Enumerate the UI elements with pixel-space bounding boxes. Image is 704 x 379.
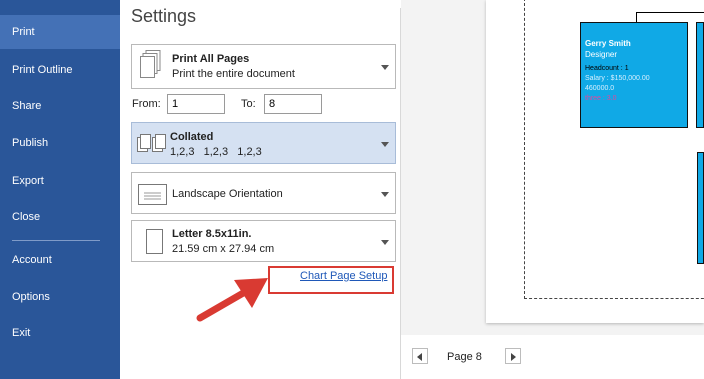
sidebar-item-exit[interactable]: Exit bbox=[0, 316, 120, 350]
sidebar-item-label: Options bbox=[12, 291, 50, 303]
node-role: Designer bbox=[585, 50, 618, 59]
from-label: From: bbox=[132, 98, 161, 110]
to-page-input[interactable] bbox=[264, 94, 322, 114]
connector-line bbox=[636, 12, 637, 22]
sidebar-item-share[interactable]: Share bbox=[0, 89, 120, 123]
chart-page-setup-link[interactable]: Chart Page Setup bbox=[300, 270, 387, 282]
landscape-icon bbox=[138, 184, 167, 205]
org-chart-node-partial bbox=[697, 152, 704, 264]
sidebar-item-export[interactable]: Export bbox=[0, 164, 120, 198]
chevron-down-icon bbox=[381, 65, 389, 70]
orientation-title: Landscape Orientation bbox=[172, 188, 283, 200]
node-extra: three : 3.0 bbox=[585, 95, 617, 102]
sidebar-item-account[interactable]: Account bbox=[0, 243, 120, 277]
pages-icon bbox=[140, 50, 161, 78]
from-page-input[interactable] bbox=[167, 94, 225, 114]
node-headcount: Headcount : 1 bbox=[585, 65, 629, 72]
print-pages-subtitle: Print the entire document bbox=[172, 68, 295, 80]
org-chart-node: Gerry Smith Designer Headcount : 1 Salar… bbox=[580, 22, 688, 128]
next-page-button[interactable] bbox=[505, 348, 521, 364]
sidebar-item-label: Account bbox=[12, 254, 52, 266]
paper-size-subtitle: 21.59 cm x 27.94 cm bbox=[172, 243, 275, 255]
node-name: Gerry Smith bbox=[585, 39, 631, 48]
collation-title: Collated bbox=[170, 131, 214, 143]
chevron-right-icon bbox=[511, 353, 516, 361]
chevron-left-icon bbox=[417, 353, 422, 361]
paper-size-title: Letter 8.5x11in. bbox=[172, 228, 252, 240]
previous-page-button[interactable] bbox=[412, 348, 428, 364]
sidebar-item-print-outline[interactable]: Print Outline bbox=[0, 53, 120, 87]
print-pages-title: Print All Pages bbox=[172, 53, 250, 65]
settings-title: Settings bbox=[131, 6, 197, 26]
collation-dropdown[interactable]: Collated 1,2,3 1,2,3 1,2,3 bbox=[131, 122, 396, 164]
collated-icon bbox=[137, 134, 166, 152]
org-chart-node-partial bbox=[696, 22, 704, 128]
node-salary: Salary : $150,000.00 bbox=[585, 75, 650, 82]
sidebar-item-publish[interactable]: Publish bbox=[0, 126, 120, 160]
chevron-down-icon bbox=[381, 192, 389, 197]
page-number: Page 8 bbox=[447, 351, 482, 363]
to-label: To: bbox=[241, 98, 256, 110]
sidebar-item-label: Export bbox=[12, 175, 44, 187]
node-value: 460000.0 bbox=[585, 85, 615, 92]
sidebar-item-label: Close bbox=[12, 211, 41, 223]
sidebar-item-label: Print Outline bbox=[12, 64, 73, 76]
sidebar-item-label: Publish bbox=[12, 137, 49, 149]
paper-icon bbox=[146, 229, 163, 254]
orientation-dropdown[interactable]: Landscape Orientation bbox=[131, 172, 396, 214]
print-pages-dropdown[interactable]: Print All Pages Print the entire documen… bbox=[131, 44, 396, 89]
collation-subtitle: 1,2,3 1,2,3 1,2,3 bbox=[170, 146, 262, 158]
sidebar-divider bbox=[12, 240, 100, 241]
sidebar-item-label: Exit bbox=[12, 327, 31, 339]
sidebar-item-options[interactable]: Options bbox=[0, 280, 120, 314]
sidebar-item-label: Print bbox=[12, 26, 35, 38]
chevron-down-icon bbox=[381, 142, 389, 147]
backstage-sidebar: Print Print Outline Share Publish Export… bbox=[0, 0, 120, 379]
arrow-icon bbox=[196, 278, 268, 322]
paper-size-dropdown[interactable]: Letter 8.5x11in. 21.59 cm x 27.94 cm bbox=[131, 220, 396, 262]
chevron-down-icon bbox=[381, 240, 389, 245]
sidebar-item-close[interactable]: Close bbox=[0, 200, 120, 234]
sidebar-item-print[interactable]: Print bbox=[0, 15, 120, 49]
connector-line bbox=[636, 12, 704, 13]
sidebar-item-label: Share bbox=[12, 100, 42, 112]
